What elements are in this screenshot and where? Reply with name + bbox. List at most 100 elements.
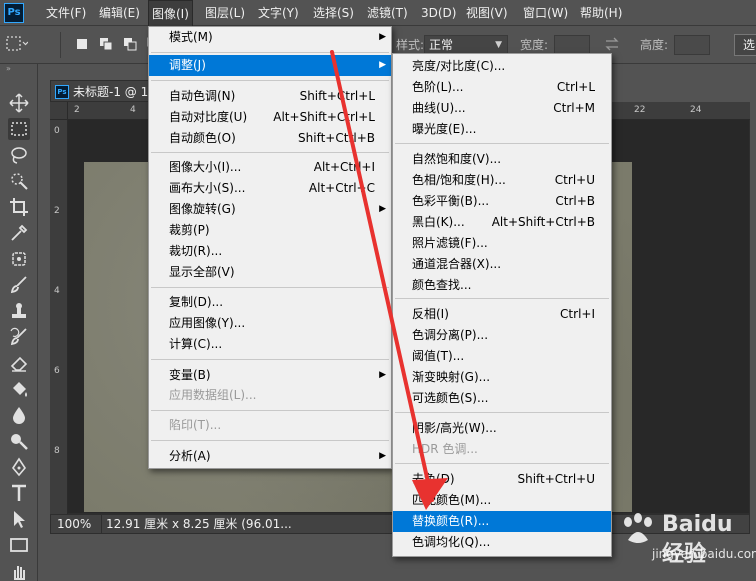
submenu-item-shadows-highlights[interactable]: 阴影/高光(W)... xyxy=(393,418,611,439)
submenu-item-replace-color[interactable]: 替换颜色(R)... xyxy=(393,511,611,532)
brush-tool-icon[interactable] xyxy=(8,274,30,296)
menu-item-adjustments[interactable]: 调整(J) ▶ xyxy=(149,55,391,76)
submenu-item-selective-color[interactable]: 可选颜色(S)... xyxy=(393,388,611,409)
select-and-mask-button[interactable]: 选 xyxy=(734,34,756,56)
submenu-item-levels[interactable]: 色阶(L)... Ctrl+L xyxy=(393,77,611,98)
menu-item-image-size[interactable]: 图像大小(I)... Alt+Ctrl+I xyxy=(149,157,391,178)
menu-item-auto-tone[interactable]: 自动色调(N) Shift+Ctrl+L xyxy=(149,86,391,107)
menu-select[interactable]: 选择(S) xyxy=(313,0,354,26)
healing-brush-tool-icon[interactable] xyxy=(8,248,30,270)
menu-layer[interactable]: 图层(L) xyxy=(205,0,245,26)
menu-window[interactable]: 窗口(W) xyxy=(523,0,568,26)
lasso-tool-icon[interactable] xyxy=(8,144,30,166)
menu-item-auto-contrast[interactable]: 自动对比度(U) Alt+Shift+Ctrl+L xyxy=(149,107,391,128)
menu-3d[interactable]: 3D(D) xyxy=(421,0,456,26)
type-tool-icon[interactable] xyxy=(8,482,30,504)
menu-separator xyxy=(395,463,609,464)
move-tool-icon[interactable] xyxy=(8,92,30,114)
ruler-tick-label: 4 xyxy=(130,105,136,115)
submenu-item-curves[interactable]: 曲线(U)... Ctrl+M xyxy=(393,98,611,119)
options-divider xyxy=(60,32,61,58)
width-label: 宽度: xyxy=(520,38,549,52)
menu-item-trim[interactable]: 裁切(R)... xyxy=(149,241,391,262)
submenu-item-desaturate[interactable]: 去色(D) Shift+Ctrl+U xyxy=(393,469,611,490)
submenu-item-threshold[interactable]: 阈值(T)... xyxy=(393,346,611,367)
submenu-item-vibrance[interactable]: 自然饱和度(V)... xyxy=(393,149,611,170)
menu-item-reveal-all[interactable]: 显示全部(V) xyxy=(149,262,391,283)
submenu-item-posterize[interactable]: 色调分离(P)... xyxy=(393,325,611,346)
submenu-item-gradient-map[interactable]: 渐变映射(G)... xyxy=(393,367,611,388)
paint-bucket-tool-icon[interactable] xyxy=(8,378,30,400)
menu-edit[interactable]: 编辑(E) xyxy=(99,0,140,26)
submenu-arrow-icon: ▶ xyxy=(379,451,386,461)
tools-panel: » xyxy=(0,64,38,581)
dodge-tool-icon[interactable] xyxy=(8,430,30,452)
menu-help[interactable]: 帮助(H) xyxy=(580,0,622,26)
rectangular-marquee-tool-icon[interactable] xyxy=(8,118,30,140)
ruler-vertical[interactable]: 0 2 4 6 8 xyxy=(50,120,68,514)
submenu-item-color-lookup[interactable]: 颜色查找... xyxy=(393,275,611,296)
submenu-item-equalize[interactable]: 色调均化(Q)... xyxy=(393,532,611,553)
menu-item-mode[interactable]: 模式(M) ▶ xyxy=(149,27,391,48)
menu-item-variables[interactable]: 变量(B) ▶ xyxy=(149,365,391,386)
eraser-tool-icon[interactable] xyxy=(8,352,30,374)
menu-bar: Ps 文件(F) 编辑(E) 图像(I) 图层(L) 文字(Y) 选择(S) 滤… xyxy=(0,0,756,27)
menu-separator xyxy=(151,80,389,81)
document-size-info[interactable]: 12.91 厘米 x 8.25 厘米 (96.01... xyxy=(101,515,292,533)
new-selection-icon[interactable] xyxy=(74,36,90,52)
menu-item-auto-color[interactable]: 自动颜色(O) Shift+Ctrl+B xyxy=(149,128,391,149)
quick-selection-tool-icon[interactable] xyxy=(8,170,30,192)
submenu-item-brightness-contrast[interactable]: 亮度/对比度(C)... xyxy=(393,56,611,77)
menu-separator xyxy=(151,52,389,53)
height-field[interactable] xyxy=(674,35,710,55)
document-tab[interactable]: Ps 未标题-1 @ 1 xyxy=(50,80,150,102)
ruler-tick-label: 6 xyxy=(54,366,60,376)
menu-view[interactable]: 视图(V) xyxy=(466,0,508,26)
swap-dimensions-icon[interactable] xyxy=(604,36,620,52)
menu-type[interactable]: 文字(Y) xyxy=(258,0,299,26)
menu-item-canvas-size[interactable]: 画布大小(S)... Alt+Ctrl+C xyxy=(149,178,391,199)
submenu-item-photo-filter[interactable]: 照片滤镜(F)... xyxy=(393,233,611,254)
marquee-tool-preset-icon[interactable] xyxy=(4,32,28,56)
submenu-item-color-balance[interactable]: 色彩平衡(B)... Ctrl+B xyxy=(393,191,611,212)
style-dropdown[interactable]: 正常 ▼ xyxy=(424,35,508,55)
subtract-from-selection-icon[interactable] xyxy=(122,36,138,52)
eyedropper-tool-icon[interactable] xyxy=(8,222,30,244)
menu-separator xyxy=(395,143,609,144)
menu-item-duplicate[interactable]: 复制(D)... xyxy=(149,292,391,313)
panel-collapse-icon[interactable]: » xyxy=(6,65,32,73)
width-field[interactable] xyxy=(554,35,590,55)
submenu-item-exposure[interactable]: 曝光度(E)... xyxy=(393,119,611,140)
menu-item-image-rotation[interactable]: 图像旋转(G) ▶ xyxy=(149,199,391,220)
menu-item-calculations[interactable]: 计算(C)... xyxy=(149,334,391,355)
zoom-level[interactable]: 100% xyxy=(57,515,91,533)
menu-item-analysis[interactable]: 分析(A) ▶ xyxy=(149,446,391,467)
add-to-selection-icon[interactable] xyxy=(98,36,114,52)
menu-image[interactable]: 图像(I) xyxy=(148,0,193,27)
history-brush-tool-icon[interactable] xyxy=(8,326,30,348)
pen-tool-icon[interactable] xyxy=(8,456,30,478)
menu-item-apply-image[interactable]: 应用图像(Y)... xyxy=(149,313,391,334)
menu-item-trap: 陷印(T)... xyxy=(169,418,222,432)
ruler-corner[interactable] xyxy=(50,102,68,120)
submenu-item-hue-saturation[interactable]: 色相/饱和度(H)... Ctrl+U xyxy=(393,170,611,191)
clone-stamp-tool-icon[interactable] xyxy=(8,300,30,322)
submenu-item-channel-mixer[interactable]: 通道混合器(X)... xyxy=(393,254,611,275)
photoshop-logo: Ps xyxy=(4,3,24,23)
path-selection-tool-icon[interactable] xyxy=(8,508,30,530)
submenu-item-match-color[interactable]: 匹配颜色(M)... xyxy=(393,490,611,511)
menu-file[interactable]: 文件(F) xyxy=(46,0,86,26)
crop-tool-icon[interactable] xyxy=(8,196,30,218)
submenu-item-black-white[interactable]: 黑白(K)... Alt+Shift+Ctrl+B xyxy=(393,212,611,233)
rectangle-tool-icon[interactable] xyxy=(8,534,30,556)
style-value: 正常 xyxy=(429,38,454,52)
submenu-arrow-icon: ▶ xyxy=(379,60,386,70)
document-title: 未标题-1 @ 1 xyxy=(73,85,149,99)
hand-tool-icon[interactable] xyxy=(8,560,30,581)
watermark-url: jingyan.baidu.com xyxy=(652,547,756,561)
ruler-tick-label: 4 xyxy=(54,286,60,296)
menu-filter[interactable]: 滤镜(T) xyxy=(367,0,408,26)
blur-tool-icon[interactable] xyxy=(8,404,30,426)
menu-item-crop[interactable]: 裁剪(P) xyxy=(149,220,391,241)
submenu-item-invert[interactable]: 反相(I) Ctrl+I xyxy=(393,304,611,325)
